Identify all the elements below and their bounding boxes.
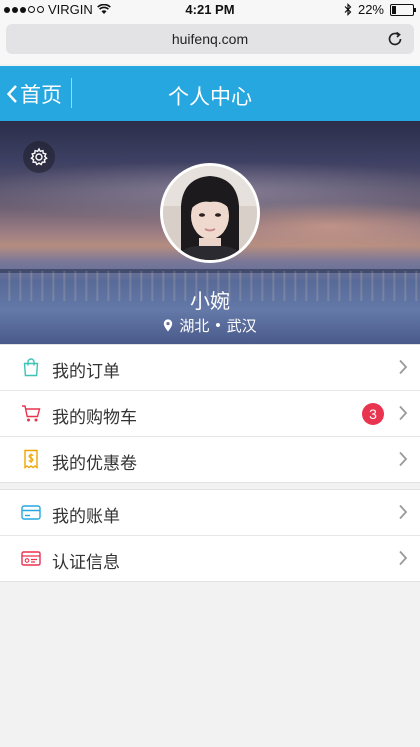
battery-icon xyxy=(390,3,416,16)
browser-toolbar: huifenq.com xyxy=(0,20,420,64)
menu-item-orders[interactable]: 我的订单 xyxy=(0,345,420,391)
cart-count-badge: 3 xyxy=(362,403,384,425)
coupon-icon xyxy=(24,449,38,469)
chevron-right-icon xyxy=(399,405,408,421)
user-location: 湖北 • 武汉 xyxy=(0,315,420,336)
menu-item-cart[interactable]: 我的购物车 3 xyxy=(0,391,420,437)
menu-item-verification[interactable]: 认证信息 xyxy=(0,536,420,581)
finance-menu: 我的账单 认证信息 xyxy=(0,489,420,582)
page-title: 个人中心 xyxy=(168,86,252,109)
chevron-right-icon xyxy=(399,359,408,375)
user-name: 小婉 xyxy=(190,291,230,313)
id-card-icon xyxy=(21,551,41,566)
avatar-photo xyxy=(163,166,257,260)
location-separator: • xyxy=(215,317,221,334)
location-province: 湖北 xyxy=(179,318,210,335)
menu-item-label: 我的订单 xyxy=(52,362,120,381)
status-bar: VIRGIN 4:21 PM 22% xyxy=(0,0,420,20)
system-indicators: 22% xyxy=(344,2,416,17)
location-city: 武汉 xyxy=(226,318,257,335)
url-text[interactable]: huifenq.com xyxy=(6,31,414,47)
battery-percent: 22% xyxy=(357,2,384,17)
chevron-right-icon xyxy=(399,550,408,566)
menu-item-bills[interactable]: 我的账单 xyxy=(0,490,420,536)
shopping-bag-icon xyxy=(23,358,39,377)
chevron-right-icon xyxy=(399,451,408,467)
profile-page: VIRGIN 4:21 PM 22% huifenq.com 首页 个人中心 小… xyxy=(0,0,420,747)
avatar[interactable] xyxy=(160,163,260,263)
location-pin-icon xyxy=(164,319,173,332)
wallet-card-icon xyxy=(21,505,41,520)
chevron-right-icon xyxy=(399,504,408,520)
gear-icon xyxy=(30,147,48,166)
nav-header: 首页 个人中心 xyxy=(0,66,420,121)
menu-item-label: 我的账单 xyxy=(52,507,120,526)
menu-item-label: 我的优惠卷 xyxy=(52,454,137,473)
menu-item-coupons[interactable]: 我的优惠卷 xyxy=(0,437,420,482)
bluetooth-icon xyxy=(344,3,352,16)
address-bar[interactable]: huifenq.com xyxy=(6,24,414,54)
settings-button[interactable] xyxy=(23,141,55,173)
battery-level xyxy=(392,5,396,14)
account-menu: 我的订单 我的购物车 3 我的优惠卷 xyxy=(0,344,420,483)
shopping-cart-icon xyxy=(22,405,41,422)
reload-icon[interactable] xyxy=(386,30,404,48)
profile-header: 小婉 湖北 • 武汉 xyxy=(0,121,420,344)
menu-item-label: 我的购物车 xyxy=(52,408,137,427)
menu-item-label: 认证信息 xyxy=(52,553,120,572)
